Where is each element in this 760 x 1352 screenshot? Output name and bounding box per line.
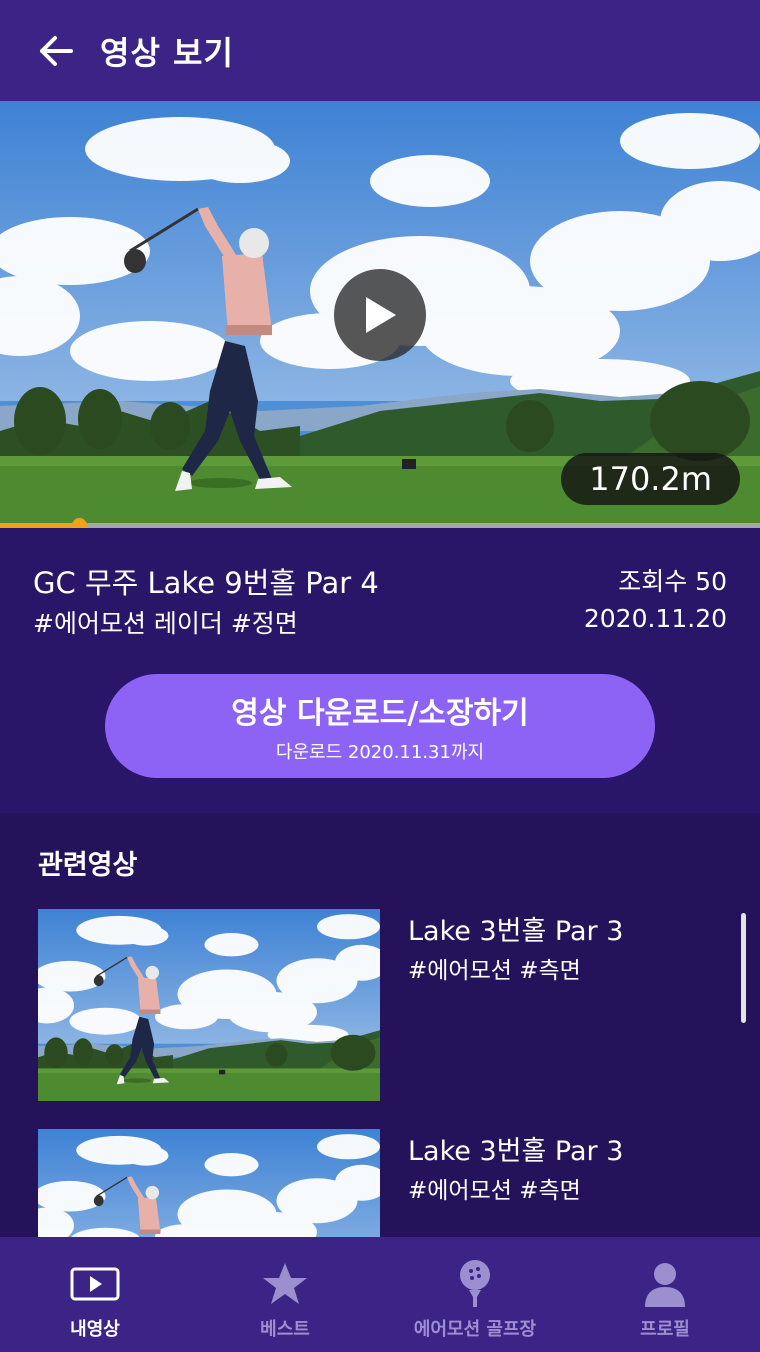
view-count: 조회수 50 [618,567,727,596]
nav-item-profile[interactable]: 프로필 [570,1237,760,1352]
related-thumbnail [38,909,380,1101]
video-player[interactable]: 170.2m [0,101,760,529]
person-icon [643,1259,687,1309]
download-button[interactable]: 영상 다운로드/소장하기 다운로드 2020.11.31까지 [105,674,655,778]
nav-item-my-videos[interactable]: 내영상 [0,1237,190,1352]
app-header: 영상 보기 [0,0,760,101]
video-date: 2020.11.20 [583,604,727,633]
nav-item-best[interactable]: 베스트 [190,1237,380,1352]
play-button[interactable] [334,269,426,361]
related-video-item[interactable]: Lake 3번홀 Par 3 #에어모션 #측면 [38,1129,728,1237]
star-icon [261,1259,309,1309]
related-video-title: Lake 3번홀 Par 3 [408,916,624,947]
related-title: 관련영상 [38,850,138,881]
nav-item-golf-course[interactable]: 에어모션 골프장 [380,1237,570,1352]
nav-label: 프로필 [640,1319,690,1340]
nav-label: 베스트 [260,1319,310,1340]
arrow-left-icon [40,35,73,66]
distance-badge: 170.2m [561,453,740,505]
video-info: GC 무주 Lake 9번홀 Par 4 #에어모션 레이더 #정면 조회수 5… [0,528,760,813]
related-video-title: Lake 3번홀 Par 3 [408,1136,624,1167]
back-button[interactable] [26,21,86,81]
related-thumbnail [38,1129,380,1237]
golf-ball-icon [457,1259,493,1309]
video-icon [70,1259,120,1309]
related-video-tags: #에어모션 #측면 [408,1178,581,1204]
related-video-item[interactable]: Lake 3번홀 Par 3 #에어모션 #측면 [38,909,728,1101]
nav-label: 에어모션 골프장 [413,1319,537,1340]
bottom-nav: 내영상 베스트 에어모션 골프장 프로필 [0,1237,760,1352]
nav-label: 내영상 [70,1319,120,1340]
scrollbar[interactable] [741,913,746,1023]
download-label: 영상 다운로드/소장하기 [231,696,529,731]
video-title: GC 무주 Lake 9번홀 Par 4 [33,566,379,600]
video-tags: #에어모션 레이더 #정면 [33,609,298,638]
related-video-tags: #에어모션 #측면 [408,958,581,984]
download-deadline: 다운로드 2020.11.31까지 [275,742,485,763]
play-icon [366,297,396,333]
related-videos-section: 관련영상 Lake 3번홀 Par 3 #에어모션 #측면 Lake 3번홀 P… [0,813,760,1237]
page-title: 영상 보기 [100,33,234,72]
